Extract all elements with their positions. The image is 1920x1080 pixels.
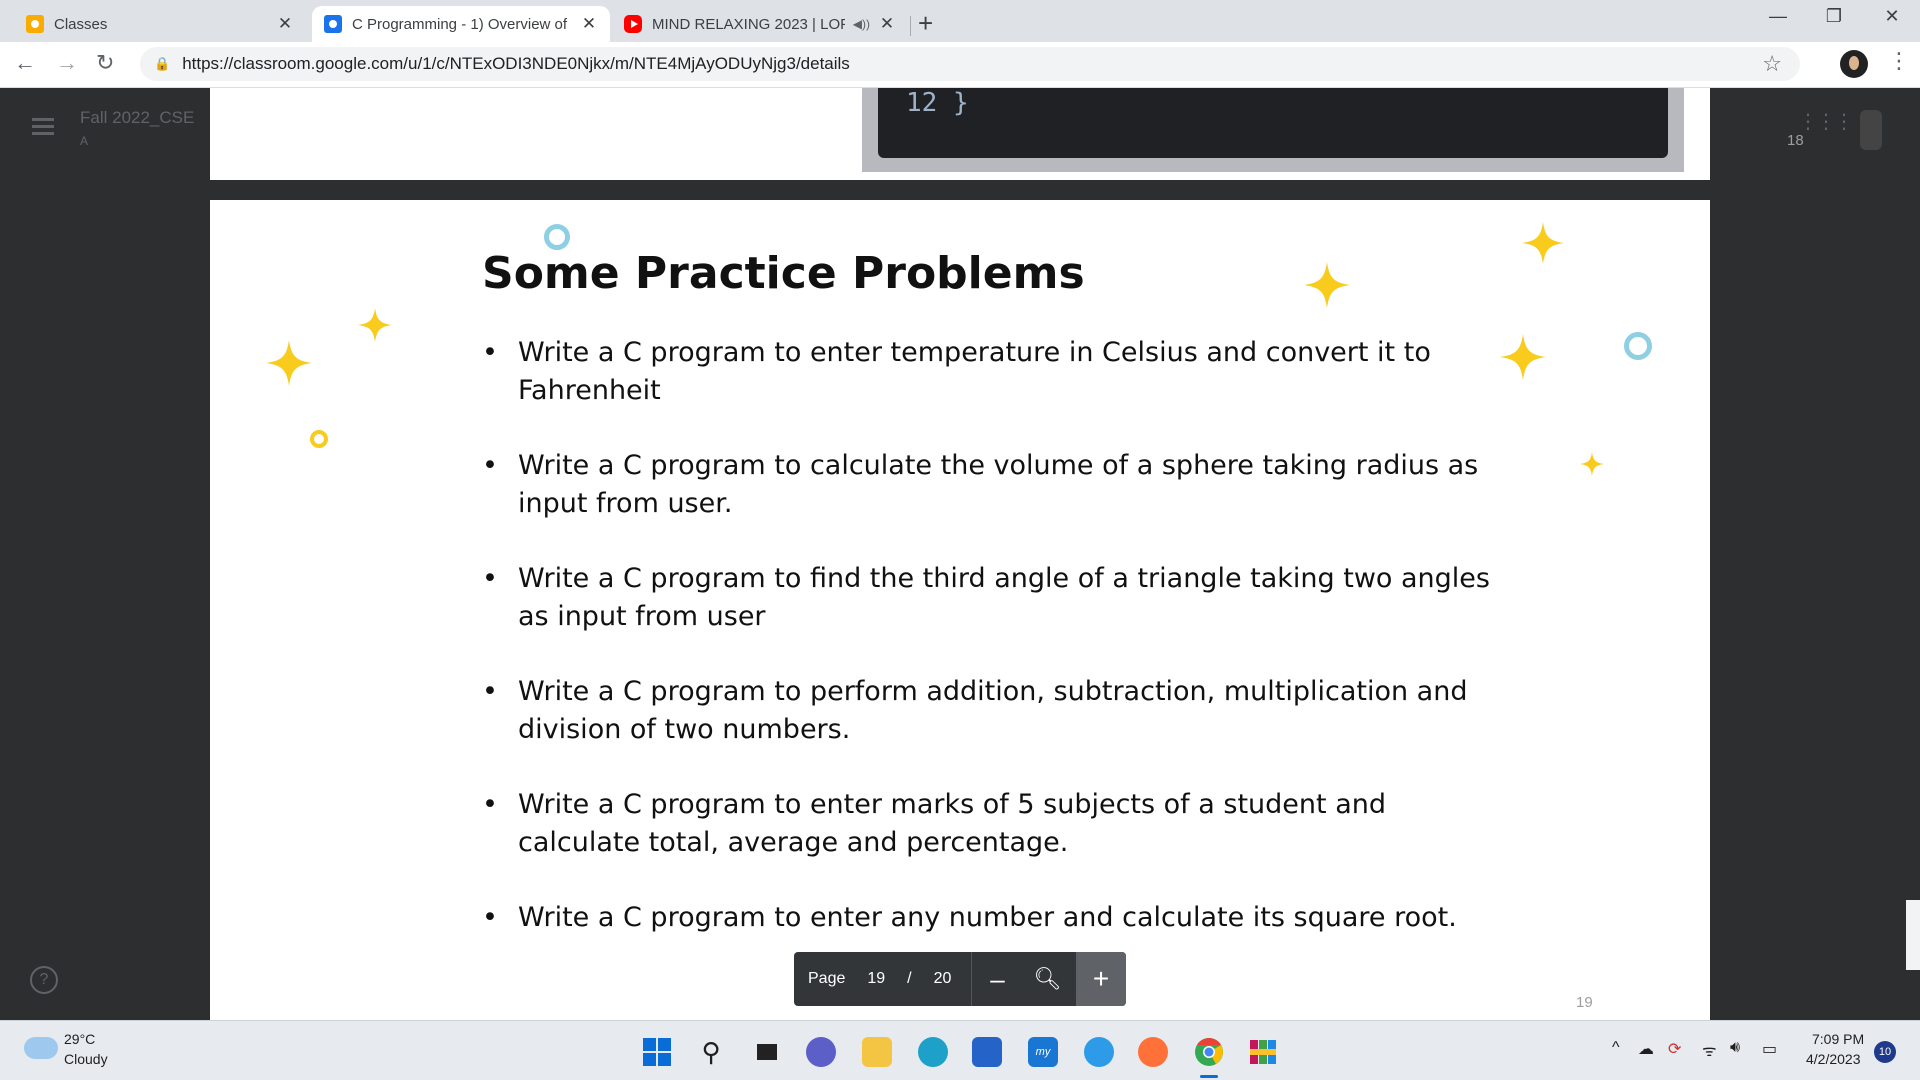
list-item: Write a C program to enter any number an… <box>482 899 1492 937</box>
myhp-icon[interactable]: my <box>1028 1037 1058 1067</box>
practice-problems-list: Write a C program to enter temperature i… <box>482 334 1492 974</box>
tab-classes[interactable]: Classes ✕ <box>14 6 306 42</box>
slide-page-number: 18 <box>1787 132 1804 149</box>
help-app-icon[interactable] <box>1084 1037 1114 1067</box>
forward-arrow-icon[interactable]: → <box>56 50 78 76</box>
ring-decoration <box>310 430 328 448</box>
wifi-icon[interactable]: ᯤ <box>1702 1039 1717 1061</box>
list-item: Write a C program to perform addition, s… <box>482 673 1492 749</box>
bookmark-star-icon[interactable]: ☆ <box>1762 51 1782 77</box>
browser-tab-strip: Classes ✕ C Programming - 1) Overview of… <box>0 0 1920 42</box>
back-arrow-icon[interactable]: ← <box>14 50 36 76</box>
sparkle-decoration <box>1304 262 1350 308</box>
task-view-icon[interactable] <box>752 1037 782 1067</box>
code-line: 12 } <box>906 88 969 118</box>
menu-kebab-icon[interactable]: ⋮ <box>1888 48 1910 74</box>
firefox-icon[interactable] <box>1138 1037 1168 1067</box>
cloud-icon[interactable] <box>24 1037 58 1059</box>
help-icon[interactable]: ? <box>30 966 58 994</box>
hamburger-menu-icon[interactable] <box>32 118 54 139</box>
zoom-in-button[interactable]: + <box>1076 952 1126 1006</box>
close-tab-icon[interactable]: ✕ <box>580 14 598 34</box>
url-text: https://classroom.google.com/u/1/c/NTExO… <box>182 54 850 73</box>
start-windows-icon[interactable] <box>642 1037 672 1067</box>
tab-separator <box>910 16 911 36</box>
file-explorer-icon[interactable] <box>862 1037 892 1067</box>
page-separator: / <box>907 970 912 987</box>
classroom-icon <box>324 15 342 33</box>
new-tab-button[interactable]: + <box>918 8 933 39</box>
sparkle-decoration <box>358 308 392 342</box>
onedrive-cloud-icon[interactable]: ☁ <box>1638 1039 1654 1059</box>
sparkle-decoration <box>1522 222 1564 264</box>
close-window-button[interactable]: ✕ <box>1872 6 1912 27</box>
youtube-icon <box>624 15 642 33</box>
address-bar[interactable]: 🔒 https://classroom.google.com/u/1/c/NTE… <box>140 47 1800 81</box>
current-slide: Some Practice Problems Write a C program… <box>210 200 1710 1020</box>
winrar-icon[interactable] <box>1248 1037 1278 1067</box>
scrollbar-thumb[interactable] <box>1906 900 1920 970</box>
volume-icon[interactable]: 🔊︎ <box>1730 1039 1740 1057</box>
weather-description[interactable]: Cloudy <box>64 1051 108 1067</box>
tab-c-programming[interactable]: C Programming - 1) Overview of ✕ <box>312 6 610 42</box>
notification-badge[interactable]: 10 <box>1874 1041 1896 1063</box>
list-item: Write a C program to find the third angl… <box>482 560 1492 636</box>
windows-taskbar: 29°C Cloudy ⚲ my ^ ☁ ⟳ ᯤ 🔊︎ ▭ 7:09 PM 4/… <box>0 1020 1920 1080</box>
edge-icon[interactable] <box>918 1037 948 1067</box>
zoom-out-button[interactable]: – <box>972 964 1022 995</box>
minimize-button[interactable]: — <box>1758 6 1798 27</box>
teams-chat-icon[interactable] <box>806 1037 836 1067</box>
total-pages: 20 <box>933 970 952 987</box>
list-item: Write a C program to calculate the volum… <box>482 447 1492 523</box>
sparkle-decoration <box>1580 452 1604 476</box>
active-app-indicator <box>1200 1075 1218 1078</box>
microsoft-store-icon[interactable] <box>972 1037 1002 1067</box>
slide-page-number: 19 <box>1576 994 1593 1011</box>
speaker-icon[interactable]: ◀)) <box>853 17 870 31</box>
close-tab-icon[interactable]: ✕ <box>276 14 294 34</box>
weather-temperature[interactable]: 29°C <box>64 1031 95 1047</box>
tab-title: C Programming - 1) Overview of <box>352 15 568 33</box>
restore-button[interactable]: ❐ <box>1814 6 1854 27</box>
slide-title: Some Practice Problems <box>482 248 1085 299</box>
reload-icon[interactable]: ↻ <box>96 50 114 76</box>
current-page-input[interactable]: 19 <box>867 970 885 988</box>
clock-date[interactable]: 4/2/2023 <box>1806 1051 1861 1067</box>
browser-toolbar: ← → ↻ 🔒 https://classroom.google.com/u/1… <box>0 42 1920 88</box>
course-section: A <box>80 134 89 148</box>
ring-decoration <box>544 224 570 250</box>
tab-youtube[interactable]: MIND RELAXING 2023 | LOFI ◀)) ✕ <box>612 6 908 42</box>
course-title: Fall 2022_CSE <box>80 108 195 127</box>
apps-grid-icon[interactable]: ⋮⋮⋮ <box>1798 112 1854 132</box>
sparkle-decoration <box>1500 334 1546 380</box>
chrome-icon[interactable] <box>1194 1037 1224 1067</box>
sync-icon[interactable]: ⟳ <box>1668 1039 1681 1059</box>
code-panel: 12 } <box>878 88 1668 158</box>
page-controls: Page 19 / 20 – 🔍︎ + <box>794 952 1126 1006</box>
classroom-icon <box>26 15 44 33</box>
account-avatar[interactable] <box>1860 110 1882 150</box>
sparkle-decoration <box>266 340 312 386</box>
chevron-up-icon[interactable]: ^ <box>1612 1039 1620 1057</box>
tab-title: MIND RELAXING 2023 | LOFI <box>652 15 845 33</box>
tab-title: Classes <box>54 15 108 33</box>
clock-time[interactable]: 7:09 PM <box>1812 1031 1864 1047</box>
page-label: Page <box>808 970 846 987</box>
profile-avatar[interactable] <box>1840 50 1868 78</box>
list-item: Write a C program to enter temperature i… <box>482 334 1492 410</box>
lock-icon: 🔒 <box>154 56 171 71</box>
ring-decoration <box>1624 332 1652 360</box>
battery-icon[interactable]: ▭ <box>1762 1039 1777 1059</box>
code-block: 12 } <box>862 88 1684 172</box>
close-tab-icon[interactable]: ✕ <box>878 14 896 34</box>
list-item: Write a C program to enter marks of 5 su… <box>482 786 1492 862</box>
search-icon[interactable]: ⚲ <box>696 1037 726 1067</box>
magnifier-icon[interactable]: 🔍︎ <box>1022 966 1072 992</box>
previous-slide: 12 } 18 <box>210 88 1804 180</box>
